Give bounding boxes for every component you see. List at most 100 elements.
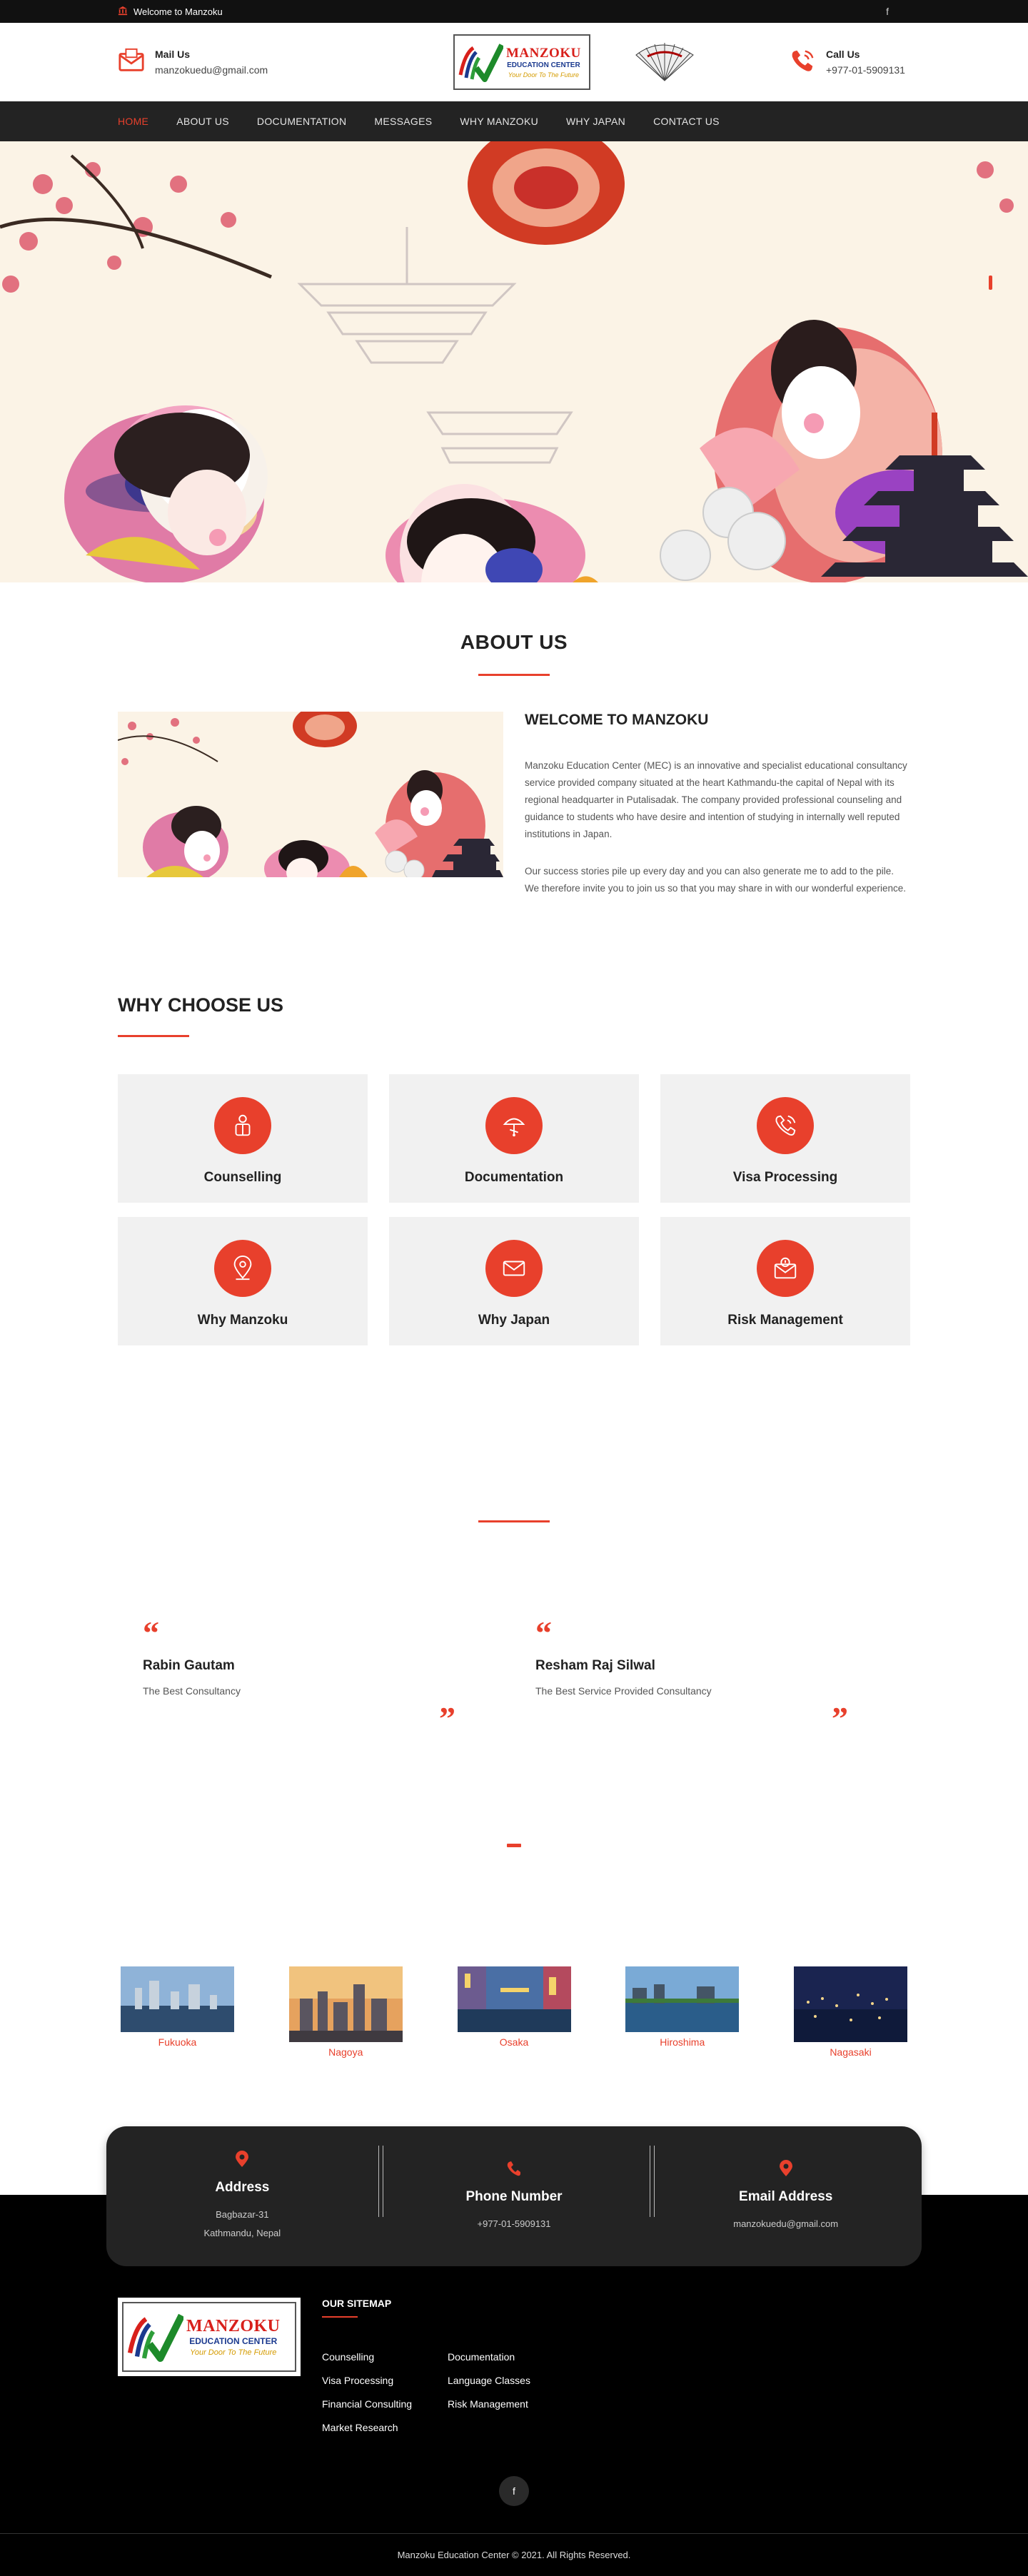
testimonial-card: “ Resham Raj Silwal The Best Service Pro… <box>535 1615 885 1735</box>
footer-sitemap: OUR SITEMAP Counselling Documentation Vi… <box>322 2298 573 2433</box>
city-hiroshima[interactable]: Hiroshima <box>625 1966 740 2058</box>
mail-title: Mail Us <box>155 49 191 60</box>
logo-mark-icon <box>458 44 503 82</box>
documentation-icon <box>485 1097 543 1154</box>
contact-info-box: Address Bagbazar-31 Kathmandu, Nepal Pho… <box>106 2126 922 2266</box>
city-name: Hiroshima <box>660 2036 705 2048</box>
city-name: Nagasaki <box>830 2046 872 2058</box>
city-osaka[interactable]: Osaka <box>457 1966 571 2058</box>
footer-link-risk-management[interactable]: Risk Management <box>448 2398 573 2410</box>
facebook-icon[interactable]: f <box>886 6 889 17</box>
hero-slider <box>0 141 1028 582</box>
city-name: Osaka <box>499 2036 529 2048</box>
footer-logo[interactable]: MANZOKU EDUCATION CENTER Your Door To Th… <box>118 2298 301 2376</box>
slider-indicator[interactable] <box>989 276 992 290</box>
city-photo <box>794 1966 907 2042</box>
mail-alert-icon <box>757 1240 814 1297</box>
nav-documentation[interactable]: DOCUMENTATION <box>257 116 346 127</box>
card-counselling[interactable]: Counselling <box>118 1074 368 1203</box>
card-label: Documentation <box>464 1170 564 1185</box>
top-bar: Welcome to Manzoku f <box>0 0 1028 23</box>
open-quote-icon: “ <box>535 1615 552 1651</box>
nav-why-manzoku[interactable]: WHY MANZOKU <box>460 116 538 127</box>
phone-title: Phone Number <box>465 2188 563 2204</box>
why-choose-section: WHY CHOOSE US Counselling Documentation … <box>118 994 910 1345</box>
card-label: Counselling <box>203 1170 282 1185</box>
main-nav: HOME ABOUT US DOCUMENTATION MESSAGES WHY… <box>0 101 1028 141</box>
testimonial-pager-dot[interactable] <box>507 1844 521 1847</box>
testimonial-text: The Best Service Provided Consultancy <box>535 1685 712 1697</box>
title-underline <box>118 1035 189 1037</box>
close-quote-icon: ” <box>439 1700 455 1737</box>
card-documentation[interactable]: Documentation <box>389 1074 639 1203</box>
title-underline <box>322 2316 358 2318</box>
nav-why-japan[interactable]: WHY JAPAN <box>566 116 625 127</box>
city-fukuoka[interactable]: Fukuoka <box>121 1966 234 2058</box>
city-nagasaki[interactable]: Nagasaki <box>794 1966 907 2058</box>
footer-link-visa-processing[interactable]: Visa Processing <box>322 2375 448 2386</box>
call-value[interactable]: +977-01-5909131 <box>826 64 905 76</box>
why-title: WHY CHOOSE US <box>118 994 284 1016</box>
logo-subtitle: EDUCATION CENTER <box>189 2336 278 2346</box>
address-block: Address Bagbazar-31 Kathmandu, Nepal <box>106 2150 378 2243</box>
nav-about-us[interactable]: ABOUT US <box>176 116 229 127</box>
site-logo[interactable]: MANZOKU EDUCATION CENTER Your Door To Th… <box>453 34 590 90</box>
envelope-icon <box>485 1240 543 1297</box>
site-header: Mail Us manzokuedu@gmail.com MANZOKU EDU… <box>0 23 1028 101</box>
address-line-1: Bagbazar-31 <box>216 2208 269 2220</box>
card-why-japan[interactable]: Why Japan <box>389 1217 639 1345</box>
mail-value[interactable]: manzokuedu@gmail.com <box>155 64 268 76</box>
mail-icon <box>118 47 145 78</box>
logo-brand: MANZOKU <box>186 2317 281 2335</box>
testimonial-name: Rabin Gautam <box>143 1658 235 1673</box>
city-name: Nagoya <box>328 2046 363 2058</box>
card-why-manzoku[interactable]: Why Manzoku <box>118 1217 368 1345</box>
city-photo <box>625 1966 740 2032</box>
about-image <box>118 712 503 877</box>
city-name: Fukuoka <box>158 2036 197 2048</box>
about-paragraph-1: Manzoku Education Center (MEC) is an inn… <box>525 760 907 839</box>
card-visa-processing[interactable]: Visa Processing <box>660 1074 910 1203</box>
testimonial-card: “ Rabin Gautam The Best Consultancy ” <box>143 1617 493 1737</box>
card-risk-management[interactable]: Risk Management <box>660 1217 910 1345</box>
phone-value[interactable]: +977-01-5909131 <box>378 2215 650 2233</box>
about-title: ABOUT US <box>460 631 568 653</box>
city-photo <box>121 1966 234 2032</box>
address-line-2: Kathmandu, Nepal <box>203 2227 281 2238</box>
phone-block: Phone Number +977-01-5909131 <box>378 2145 650 2233</box>
footer-link-documentation[interactable]: Documentation <box>448 2351 573 2363</box>
about-section: ABOUT US WELCOME TO MANZOKU Manzoku Educ… <box>118 631 910 897</box>
nav-home[interactable]: HOME <box>118 116 148 127</box>
footer-link-language-classes[interactable]: Language Classes <box>448 2375 573 2386</box>
card-label: Risk Management <box>727 1313 843 1328</box>
logo-mark-icon <box>127 2313 183 2362</box>
cities-section: Fukuoka Nagoya Osaka Hiroshima Nagasaki <box>118 1966 910 2058</box>
location-pin-icon <box>214 1240 271 1297</box>
address-title: Address <box>215 2179 270 2195</box>
counselling-icon <box>214 1097 271 1154</box>
city-nagoya[interactable]: Nagoya <box>288 1966 403 2058</box>
call-title: Call Us <box>826 49 860 60</box>
mail-contact: Mail Us manzokuedu@gmail.com <box>118 47 303 78</box>
call-contact: Call Us +977-01-5909131 <box>789 47 910 78</box>
logo-tagline: Your Door To The Future <box>508 71 580 79</box>
card-label: Why Manzoku <box>197 1313 288 1328</box>
building-icon <box>118 6 128 18</box>
welcome-text: Welcome to Manzoku <box>133 6 223 17</box>
testimonial-text: The Best Consultancy <box>143 1685 241 1697</box>
footer-link-market-research[interactable]: Market Research <box>322 2422 448 2433</box>
fan-image <box>635 43 694 81</box>
footer-link-financial-consulting[interactable]: Financial Consulting <box>322 2398 448 2410</box>
email-block: Email Address manzokuedu@gmail.com <box>650 2145 922 2233</box>
logo-subtitle: EDUCATION CENTER <box>507 61 580 69</box>
nav-contact-us[interactable]: CONTACT US <box>653 116 720 127</box>
hero-banner-image <box>0 141 1028 582</box>
phone-call-icon <box>789 47 816 78</box>
email-value[interactable]: manzokuedu@gmail.com <box>650 2215 922 2233</box>
footer-link-counselling[interactable]: Counselling <box>322 2351 448 2363</box>
city-photo <box>457 1966 571 2032</box>
facebook-icon[interactable]: f <box>499 2476 529 2506</box>
about-paragraph-2: Our success stories pile up every day an… <box>525 866 907 894</box>
nav-messages[interactable]: MESSAGES <box>374 116 432 127</box>
location-pin-icon <box>650 2159 922 2181</box>
